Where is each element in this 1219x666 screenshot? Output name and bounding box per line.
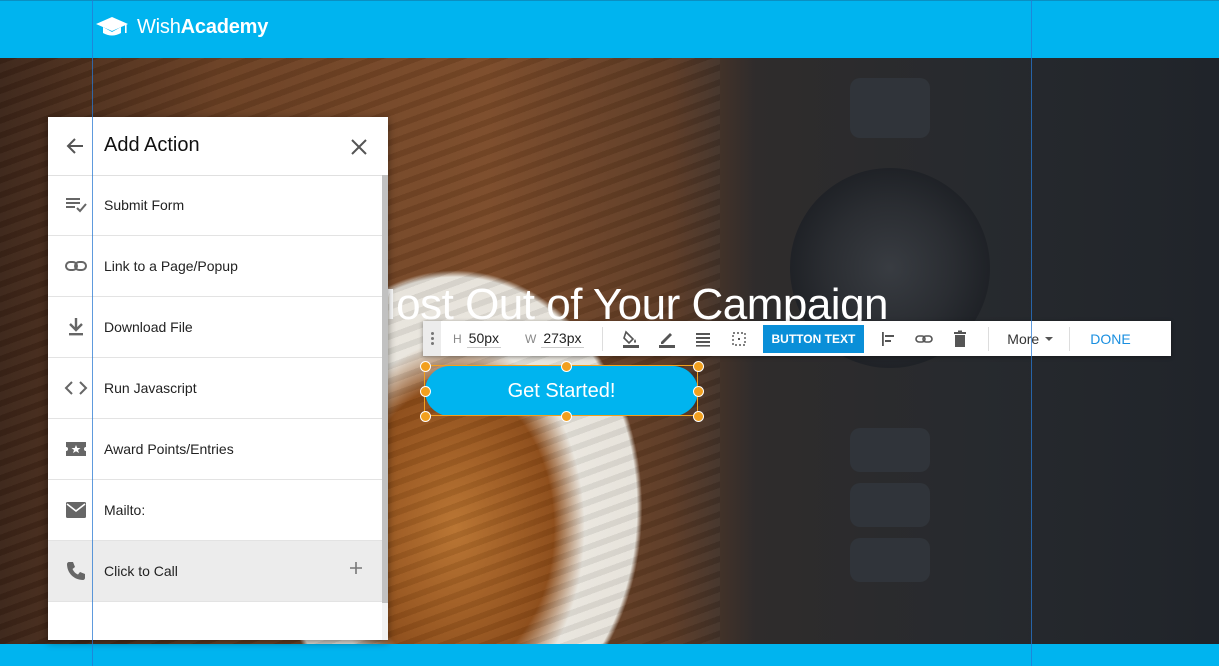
pen-icon[interactable]	[653, 325, 681, 353]
action-label: Submit Form	[104, 197, 185, 213]
resize-handle-middle-right[interactable]	[693, 386, 704, 397]
layout-guide-right	[1031, 0, 1032, 666]
panel-header: Add Action	[48, 117, 388, 176]
remote-button	[850, 483, 930, 527]
action-list: Submit Form Link to a Page/Popup Downloa…	[48, 175, 382, 602]
ticket-star-icon	[64, 437, 88, 461]
height-control: H 50px	[441, 329, 502, 348]
resize-handle-middle-left[interactable]	[420, 386, 431, 397]
height-input[interactable]: 50px	[466, 329, 502, 348]
resize-handle-bottom-left[interactable]	[420, 411, 431, 422]
brand-name-part2: Academy	[180, 15, 269, 38]
action-label: Click to Call	[104, 563, 178, 579]
layout-guide-left	[92, 0, 93, 666]
align-left-icon[interactable]	[874, 325, 902, 353]
width-label: W	[525, 331, 537, 346]
resize-handle-bottom-center[interactable]	[561, 411, 572, 422]
more-label: More	[1007, 330, 1040, 347]
brand[interactable]: Wish Academy	[95, 15, 268, 39]
brand-name-part1: Wish	[137, 15, 181, 38]
remote-button	[850, 428, 930, 472]
get-started-button[interactable]: Get Started!	[425, 366, 698, 416]
align-lines-icon[interactable]	[689, 325, 717, 353]
toolbar-divider	[988, 326, 990, 351]
phone-icon	[64, 559, 88, 583]
mail-icon	[64, 498, 88, 522]
back-arrow-icon[interactable]	[64, 135, 86, 157]
action-item-submit-form[interactable]: Submit Form	[48, 175, 382, 236]
site-header: Wish Academy	[0, 0, 1219, 58]
fill-color-icon[interactable]	[617, 325, 645, 353]
action-label: Award Points/Entries	[104, 441, 234, 457]
remote-button	[850, 78, 930, 138]
action-item-award-points[interactable]: Award Points/Entries	[48, 419, 382, 480]
border-icon[interactable]	[725, 325, 753, 353]
toolbar-divider	[1069, 326, 1071, 351]
add-action-panel: Add Action Submit Form Link to a Page/Po…	[48, 117, 388, 640]
download-icon	[64, 315, 88, 339]
done-button[interactable]: DONE	[1090, 331, 1130, 347]
action-label: Link to a Page/Popup	[104, 258, 238, 274]
close-icon[interactable]	[348, 136, 370, 158]
footer-bar	[0, 644, 1219, 666]
action-item-mailto[interactable]: Mailto:	[48, 480, 382, 541]
resize-handle-top-right[interactable]	[693, 361, 704, 372]
action-label: Run Javascript	[104, 380, 197, 396]
resize-handle-top-center[interactable]	[561, 361, 572, 372]
link-icon	[64, 254, 88, 278]
remote-button	[850, 538, 930, 582]
width-control: W 273px	[513, 329, 584, 348]
grip-icon[interactable]	[423, 321, 441, 356]
code-icon	[64, 376, 88, 400]
caret-down-icon	[1045, 336, 1054, 342]
action-label: Mailto:	[104, 502, 146, 518]
element-toolbar: H 50px W 273px BUTTON TEXT More DONE	[423, 321, 1171, 356]
action-item-link[interactable]: Link to a Page/Popup	[48, 236, 382, 297]
playlist-check-icon	[64, 193, 88, 217]
scrollbar-thumb[interactable]	[382, 175, 388, 603]
height-label: H	[453, 331, 462, 346]
action-item-download-file[interactable]: Download File	[48, 297, 382, 358]
trash-icon[interactable]	[946, 325, 974, 353]
width-input[interactable]: 273px	[541, 329, 584, 348]
toolbar-divider	[601, 326, 603, 351]
panel-title: Add Action	[104, 134, 200, 156]
button-text-button[interactable]: BUTTON TEXT	[762, 324, 865, 353]
resize-handle-top-left[interactable]	[420, 361, 431, 372]
action-item-click-to-call[interactable]: Click to Call	[48, 541, 382, 602]
link-icon[interactable]	[910, 325, 938, 353]
graduation-cap-icon	[95, 15, 129, 39]
plus-icon[interactable]	[349, 561, 363, 575]
action-item-run-javascript[interactable]: Run Javascript	[48, 358, 382, 419]
action-label: Download File	[104, 319, 193, 335]
resize-handle-bottom-right[interactable]	[693, 411, 704, 422]
